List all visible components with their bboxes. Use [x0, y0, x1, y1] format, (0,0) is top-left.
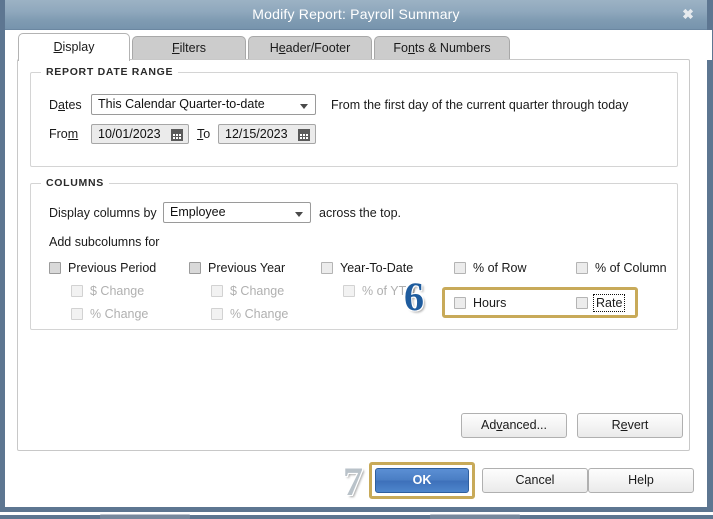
help-button[interactable]: Help — [588, 468, 694, 493]
date-range-hint: From the first day of the current quarte… — [331, 98, 629, 112]
close-icon[interactable]: ✖ — [679, 5, 697, 23]
dates-label: Dates — [49, 98, 82, 112]
checkbox-label: % Change — [90, 307, 149, 321]
modify-report-dialog: Modify Report: Payroll Summary ✖ Display… — [0, 0, 713, 512]
checkbox-box[interactable] — [454, 297, 466, 309]
to-date-input[interactable]: 12/15/2023 — [218, 124, 316, 144]
tab-header-footer[interactable]: Header/Footer — [248, 36, 372, 60]
checkbox-box[interactable] — [189, 262, 201, 274]
columns-group: COLUMNS Display columns by Employee acro… — [30, 177, 678, 330]
checkbox-box[interactable] — [576, 262, 588, 274]
background-blur-right — [430, 514, 520, 519]
checkbox-box — [71, 285, 83, 297]
tab-display-label: isplay — [62, 40, 95, 54]
tab-display-accel: D — [53, 40, 63, 54]
dialog-titlebar[interactable]: Modify Report: Payroll Summary ✖ — [5, 0, 707, 30]
to-label: To — [197, 127, 211, 141]
checkbox-label: Hours — [473, 296, 507, 310]
callout-7: 7 — [343, 459, 363, 504]
tab-filters[interactable]: Filters — [132, 36, 246, 60]
checkbox-percent-of-column[interactable]: % of Column — [576, 261, 667, 275]
tab-fonts-numbers[interactable]: Fonts & Numbers — [374, 36, 510, 60]
checkbox-label: Year-To-Date — [340, 261, 414, 275]
checkbox-box[interactable] — [321, 262, 333, 274]
checkbox-box[interactable] — [576, 297, 588, 309]
checkbox-py-dollar-change: $ Change — [211, 284, 284, 298]
checkbox-label: $ Change — [90, 284, 145, 298]
checkbox-label: % of Row — [473, 261, 527, 275]
from-label: From — [49, 127, 79, 141]
calendar-icon[interactable] — [171, 129, 183, 141]
calendar-icon[interactable] — [298, 129, 310, 141]
chevron-down-icon — [295, 212, 303, 217]
add-subcolumns-label: Add subcolumns for — [49, 235, 160, 249]
checkbox-previous-period[interactable]: Previous Period — [49, 261, 156, 275]
tab-header-footer-label-1: H — [269, 41, 279, 55]
cancel-button[interactable]: Cancel — [482, 468, 588, 493]
ok-button[interactable]: OK — [375, 468, 469, 493]
checkbox-box[interactable] — [49, 262, 61, 274]
advanced-button[interactable]: Advanced... — [461, 413, 567, 438]
checkbox-box — [71, 308, 83, 320]
checkbox-label: % of Column — [595, 261, 667, 275]
dates-range-value: This Calendar Quarter-to-date — [98, 97, 265, 111]
display-columns-by-select[interactable]: Employee — [163, 202, 311, 223]
dates-range-select[interactable]: This Calendar Quarter-to-date — [91, 94, 316, 115]
to-date-value: 12/15/2023 — [225, 127, 288, 141]
checkbox-label: Rate — [592, 294, 626, 312]
checkbox-percent-of-row[interactable]: % of Row — [454, 261, 527, 275]
tab-fonts-numbers-label-1: Fo — [393, 41, 408, 55]
dates-label-accel: a — [58, 98, 65, 112]
report-date-range-group: REPORT DATE RANGE Dates This Calendar Qu… — [30, 66, 678, 167]
from-date-input[interactable]: 10/01/2023 — [91, 124, 189, 144]
columns-legend: COLUMNS — [41, 177, 109, 189]
checkbox-label: % Change — [230, 307, 289, 321]
checkbox-box — [343, 285, 355, 297]
tab-header-footer-label-2: ader/Footer — [285, 41, 351, 55]
from-date-value: 10/01/2023 — [98, 127, 161, 141]
checkbox-box — [211, 285, 223, 297]
display-tab-panel: REPORT DATE RANGE Dates This Calendar Qu… — [17, 59, 690, 451]
checkbox-box[interactable] — [454, 262, 466, 274]
tab-strip: Display Filters Header/Footer Fonts & Nu… — [10, 30, 712, 61]
display-columns-by-label: Display columns by — [49, 206, 157, 220]
display-columns-by-value: Employee — [170, 205, 226, 219]
chevron-down-icon — [300, 104, 308, 109]
background-blur-left — [100, 514, 190, 519]
checkbox-previous-year[interactable]: Previous Year — [189, 261, 285, 275]
tab-fonts-numbers-label-2: ts & Numbers — [414, 41, 491, 55]
tab-header-footer-accel: e — [278, 41, 286, 55]
tab-filters-label: ilters — [179, 41, 207, 55]
checkbox-label: $ Change — [230, 284, 285, 298]
callout-6: 6 — [404, 274, 424, 319]
checkbox-label: Previous Period — [68, 261, 157, 275]
revert-button[interactable]: Revert — [577, 413, 683, 438]
tab-display[interactable]: Display — [18, 33, 130, 61]
checkbox-label: Previous Year — [208, 261, 286, 275]
dialog-title: Modify Report: Payroll Summary — [252, 6, 460, 22]
across-the-top-label: across the top. — [319, 206, 401, 220]
checkbox-pp-percent-change: % Change — [71, 307, 148, 321]
checkbox-rate[interactable]: Rate — [576, 294, 626, 312]
checkbox-box — [211, 308, 223, 320]
to-label-accel: T — [197, 127, 204, 141]
report-date-range-legend: REPORT DATE RANGE — [41, 66, 179, 78]
checkbox-pp-dollar-change: $ Change — [71, 284, 144, 298]
revert-button-accel: e — [620, 418, 628, 432]
advanced-button-accel: v — [496, 418, 503, 432]
tab-filters-accel: F — [171, 41, 180, 55]
from-label-accel: m — [67, 127, 79, 141]
tab-fonts-numbers-accel: n — [407, 41, 415, 55]
checkbox-hours[interactable]: Hours — [454, 296, 506, 310]
checkbox-year-to-date[interactable]: Year-To-Date — [321, 261, 413, 275]
checkbox-py-percent-change: % Change — [211, 307, 288, 321]
